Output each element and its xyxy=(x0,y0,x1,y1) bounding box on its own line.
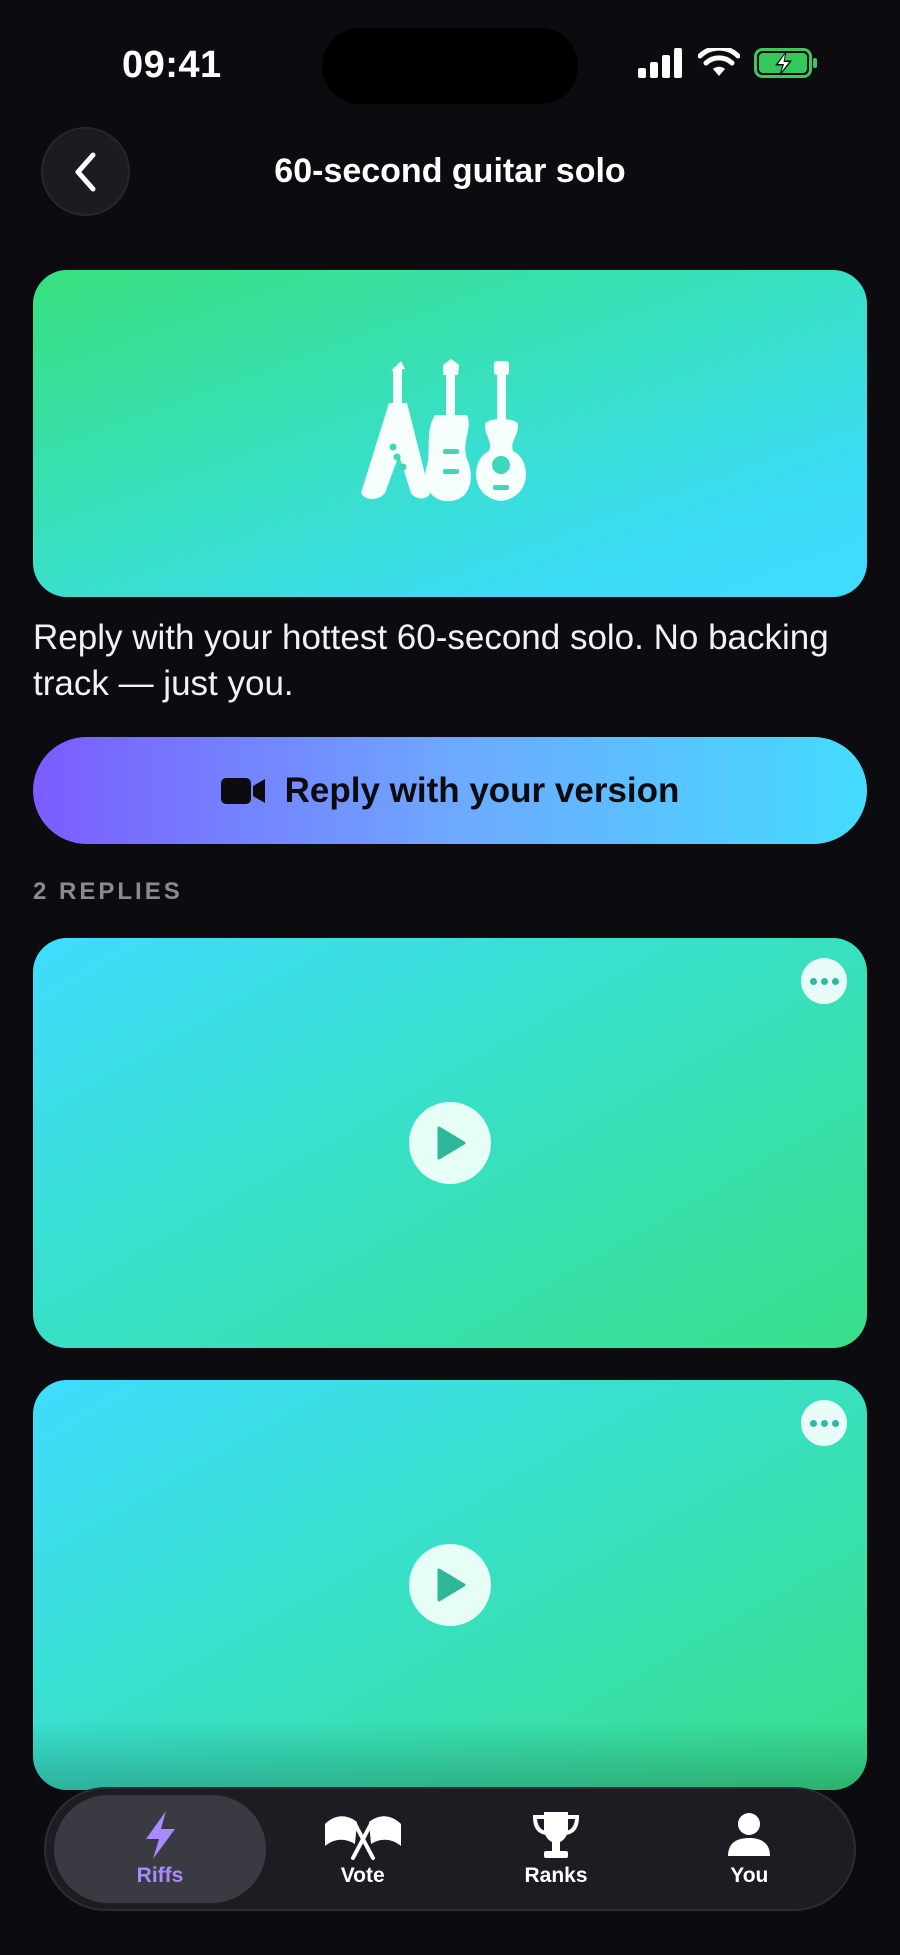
video-camera-icon xyxy=(220,777,265,804)
more-options-button[interactable] xyxy=(801,958,847,1004)
cellular-signal-icon xyxy=(638,48,682,78)
reply-with-version-button[interactable]: Reply with your version xyxy=(33,737,867,844)
challenge-prompt: Reply with your hottest 60-second solo. … xyxy=(33,618,829,703)
tab-vote[interactable]: Vote xyxy=(266,1795,459,1903)
tab-bar: Riffs Vote Ranks You xyxy=(44,1787,856,1911)
reply-button-label: Reply with your version xyxy=(284,770,680,810)
tab-riffs[interactable]: Riffs xyxy=(54,1795,266,1903)
play-icon xyxy=(437,1126,466,1160)
page-title: 60-second guitar solo xyxy=(274,152,626,190)
play-icon xyxy=(437,1568,466,1602)
tab-label: Vote xyxy=(340,1864,385,1887)
dynamic-island xyxy=(322,28,578,104)
tab-label: You xyxy=(730,1864,769,1887)
tab-ranks[interactable]: Ranks xyxy=(459,1795,652,1903)
trophy-icon xyxy=(532,1812,579,1858)
play-button[interactable] xyxy=(409,1102,491,1184)
flags-icon xyxy=(324,1816,401,1860)
person-icon xyxy=(728,1813,771,1856)
play-button[interactable] xyxy=(409,1544,491,1626)
battery-charging-icon xyxy=(754,48,817,78)
more-options-button[interactable] xyxy=(801,1400,847,1446)
challenge-hero-banner xyxy=(33,270,867,597)
lightning-icon xyxy=(146,1811,175,1859)
status-icons xyxy=(638,48,818,78)
tab-you[interactable]: You xyxy=(653,1795,846,1903)
replies-count: 2 REPLIES xyxy=(33,878,183,905)
guitars-icon xyxy=(361,358,526,501)
status-time: 09:41 xyxy=(122,44,222,86)
reply-video-card[interactable] xyxy=(33,1380,867,1790)
status-bar: 09:41 xyxy=(0,0,900,120)
wifi-icon xyxy=(698,48,740,76)
tab-label: Riffs xyxy=(136,1864,184,1887)
tab-label: Ranks xyxy=(524,1864,588,1887)
reply-video-card[interactable] xyxy=(33,938,867,1348)
